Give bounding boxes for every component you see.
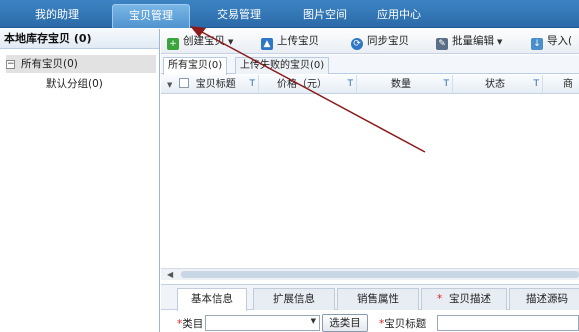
item-title-label-text: 宝贝标题 bbox=[384, 318, 427, 330]
tree-item-label: 所有宝贝(0) bbox=[21, 58, 78, 70]
table-header: ▼ 宝贝标题 T 价格（元） T 数量 T 状态 T 商 bbox=[161, 75, 579, 94]
column-quantity[interactable]: 数量 T bbox=[357, 75, 453, 94]
upload-icon: ▲ bbox=[261, 38, 273, 50]
scrollbar-thumb[interactable] bbox=[181, 271, 579, 278]
create-item-button[interactable]: + 创建宝贝 ▼ bbox=[167, 33, 233, 50]
main-area: + 创建宝贝 ▼ ▲ 上传宝贝 ⟳ 同步宝贝 ✎ 批量编辑 ▼ ↓ 导入( 所有宝贝(0) 上… bbox=[161, 29, 579, 332]
nav-tab-trade-management[interactable]: 交易管理 bbox=[200, 4, 278, 28]
item-title-label: *宝贝标题 bbox=[379, 316, 426, 331]
nav-tab-assistant[interactable]: 我的助理 bbox=[18, 4, 96, 28]
sync-item-label: 同步宝贝 bbox=[367, 35, 409, 47]
filter-icon[interactable]: T bbox=[534, 75, 540, 94]
add-icon: + bbox=[167, 38, 179, 50]
sidebar-title: 本地库存宝贝 (0) bbox=[0, 29, 159, 49]
nav-tab-app-center[interactable]: 应用中心 bbox=[360, 4, 438, 28]
sidebar: 本地库存宝贝 (0) − 所有宝贝(0) 默认分组(0) bbox=[0, 29, 160, 332]
column-quantity-label: 数量 bbox=[391, 79, 411, 90]
subtab-upload-failed[interactable]: 上传失败的宝贝(0) bbox=[235, 57, 330, 74]
tree-item-all-items[interactable]: − 所有宝贝(0) bbox=[6, 55, 156, 73]
column-title-label: 宝贝标题 bbox=[195, 79, 236, 90]
dropdown-arrow-icon[interactable]: ▼ bbox=[228, 34, 233, 51]
select-all-checkbox[interactable] bbox=[178, 78, 189, 88]
item-title-input[interactable] bbox=[437, 315, 579, 331]
collapse-toggle-icon[interactable]: − bbox=[6, 59, 15, 69]
column-price[interactable]: 价格（元） T bbox=[259, 75, 357, 94]
tab-basic-info[interactable]: 基本信息 bbox=[177, 288, 247, 311]
nav-tab-item-management[interactable]: 宝贝管理 bbox=[112, 4, 190, 28]
import-icon: ↓ bbox=[531, 38, 543, 50]
tab-item-description-label: 宝贝描述 bbox=[448, 293, 491, 305]
create-item-label: 创建宝贝 bbox=[183, 35, 225, 47]
tab-description-source[interactable]: 描述源码 bbox=[509, 288, 579, 310]
choose-category-button[interactable]: 选类目 bbox=[322, 314, 368, 332]
filter-icon[interactable]: T bbox=[348, 75, 354, 94]
detail-tabs: 基本信息 扩展信息 销售属性 * 宝贝描述 描述源码 bbox=[161, 284, 579, 311]
import-label: 导入( bbox=[547, 35, 573, 47]
item-list bbox=[161, 95, 579, 267]
filter-icon[interactable]: T bbox=[444, 75, 450, 94]
batch-edit-label: 批量编辑 bbox=[452, 35, 494, 47]
scroll-left-icon[interactable]: ◀ bbox=[167, 269, 173, 280]
category-select[interactable]: ▼ bbox=[205, 315, 320, 331]
import-button[interactable]: ↓ 导入( bbox=[531, 33, 572, 50]
upload-item-label: 上传宝贝 bbox=[277, 35, 319, 47]
dropdown-arrow-icon[interactable]: ▼ bbox=[497, 34, 502, 51]
sync-item-button[interactable]: ⟳ 同步宝贝 bbox=[351, 33, 409, 50]
category-label-text: 类目 bbox=[182, 318, 204, 330]
column-cut[interactable]: 商 bbox=[543, 75, 579, 94]
tab-sales-attributes[interactable]: 销售属性 bbox=[337, 288, 419, 310]
batch-edit-button[interactable]: ✎ 批量编辑 ▼ bbox=[436, 33, 502, 50]
toolbar: + 创建宝贝 ▼ ▲ 上传宝贝 ⟳ 同步宝贝 ✎ 批量编辑 ▼ ↓ 导入( bbox=[161, 29, 579, 54]
tab-item-description[interactable]: * 宝贝描述 bbox=[421, 288, 507, 310]
required-mark: * bbox=[437, 293, 443, 305]
list-subtabs: 所有宝贝(0) 上传失败的宝贝(0) bbox=[161, 55, 579, 75]
column-cut-label: 商 bbox=[563, 79, 573, 90]
dropdown-arrow-icon[interactable]: ▼ bbox=[167, 81, 172, 89]
filter-icon[interactable]: T bbox=[250, 75, 256, 94]
column-status[interactable]: 状态 T bbox=[453, 75, 543, 94]
sync-icon: ⟳ bbox=[351, 38, 363, 50]
tree-item-label: 默认分组(0) bbox=[46, 78, 103, 90]
upload-item-button[interactable]: ▲ 上传宝贝 bbox=[261, 33, 319, 50]
tab-extended-info[interactable]: 扩展信息 bbox=[253, 288, 335, 310]
nav-tab-image-space[interactable]: 图片空间 bbox=[286, 4, 364, 28]
column-title[interactable]: ▼ 宝贝标题 T bbox=[161, 75, 259, 94]
column-status-label: 状态 bbox=[485, 79, 505, 90]
top-nav: 我的助理 宝贝管理 交易管理 图片空间 应用中心 bbox=[0, 0, 579, 28]
category-label: *类目 bbox=[177, 316, 203, 331]
subtab-all-items[interactable]: 所有宝贝(0) bbox=[163, 57, 228, 75]
horizontal-scrollbar[interactable]: ◀ bbox=[161, 268, 579, 280]
chevron-down-icon: ▼ bbox=[310, 317, 316, 325]
tree-item-default-group[interactable]: 默认分组(0) bbox=[46, 75, 103, 93]
column-price-label: 价格（元） bbox=[277, 79, 327, 90]
item-form: *类目 ▼ 选类目 *宝贝标题 bbox=[161, 313, 579, 332]
edit-icon: ✎ bbox=[436, 38, 448, 50]
